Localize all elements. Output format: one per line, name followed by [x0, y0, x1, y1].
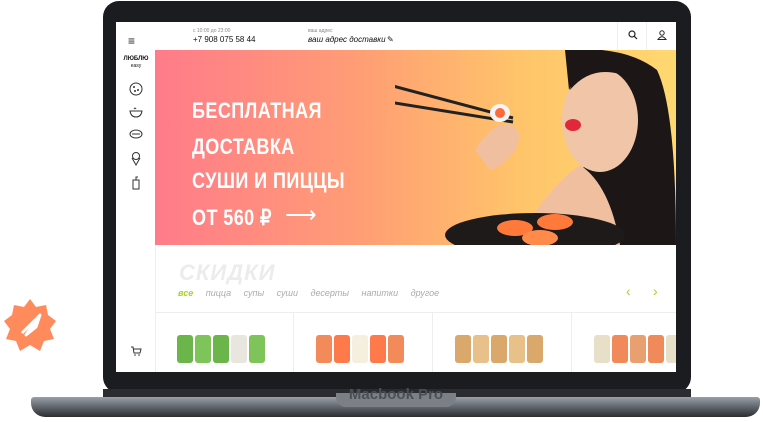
category-drinks[interactable]: напитки [362, 288, 399, 298]
logo-text: ЛЮБЛЮ [123, 56, 149, 62]
address-input[interactable]: ваш адрес доставки [308, 35, 386, 44]
category-soups[interactable]: супы [244, 288, 264, 298]
top-header: с 10:00 до 23:00 +7 908 075 58 44 ваш ад… [155, 22, 676, 51]
product-card[interactable] [294, 313, 433, 372]
next-arrow-icon[interactable]: › [653, 283, 658, 299]
arrow-right-icon: ⟶ [285, 202, 317, 227]
edit-pencil-icon[interactable]: ✎ [387, 35, 394, 44]
working-hours: с 10:00 до 23:00 [193, 28, 231, 34]
address-label: ваш адрес [308, 28, 333, 34]
promo-line-3: СУШИ И ПИЦЦЫ [192, 168, 345, 193]
search-button[interactable] [617, 22, 647, 50]
product-card[interactable] [155, 313, 294, 372]
phone-number[interactable]: +7 908 075 58 44 [193, 35, 256, 44]
category-desserts[interactable]: десерты [311, 288, 350, 298]
category-other[interactable]: другое [411, 288, 440, 298]
category-pizza[interactable]: пицца [206, 288, 231, 298]
drink-icon[interactable] [126, 176, 146, 192]
device-label: Macbook Pro [348, 386, 444, 403]
promo-line-1: БЕСПЛАТНАЯ [192, 98, 322, 123]
sushi-icon[interactable] [126, 128, 146, 144]
cart-icon[interactable] [126, 344, 146, 360]
search-icon [627, 30, 637, 40]
ice-cream-icon[interactable] [126, 152, 146, 168]
category-filter: все пицца супы суши десерты напитки друг… [178, 288, 449, 298]
product-cards [155, 312, 676, 372]
logo-subtext: easy [130, 63, 142, 69]
user-button[interactable] [646, 22, 676, 50]
sidebar: ≡ ЛЮБЛЮ easy [116, 22, 156, 372]
category-sushi[interactable]: суши [277, 288, 298, 298]
promo-photo [395, 50, 676, 245]
pizza-icon[interactable] [126, 82, 146, 98]
product-card[interactable] [433, 313, 572, 372]
screen: ≡ ЛЮБЛЮ easy с 10:00 до 23:00 +7 908 075… [116, 22, 676, 372]
promo-line-4: ОТ 560 ₽ [192, 205, 272, 230]
hamburger-menu-icon[interactable]: ≡ [128, 34, 135, 48]
product-card[interactable] [572, 313, 676, 372]
promo-banner[interactable]: БЕСПЛАТНАЯ ДОСТАВКА СУШИ И ПИЦЦЫ ОТ 560 … [155, 50, 676, 245]
user-icon [656, 30, 667, 41]
discounts-title: СКИДКИ [179, 260, 276, 285]
bowl-icon[interactable] [126, 106, 146, 122]
promo-line-2: ДОСТАВКА [192, 134, 295, 159]
rocket-badge-icon [4, 299, 56, 351]
logo[interactable]: ЛЮБЛЮ easy [119, 56, 153, 70]
category-all[interactable]: все [178, 288, 193, 298]
prev-arrow-icon[interactable]: ‹ [626, 283, 631, 299]
